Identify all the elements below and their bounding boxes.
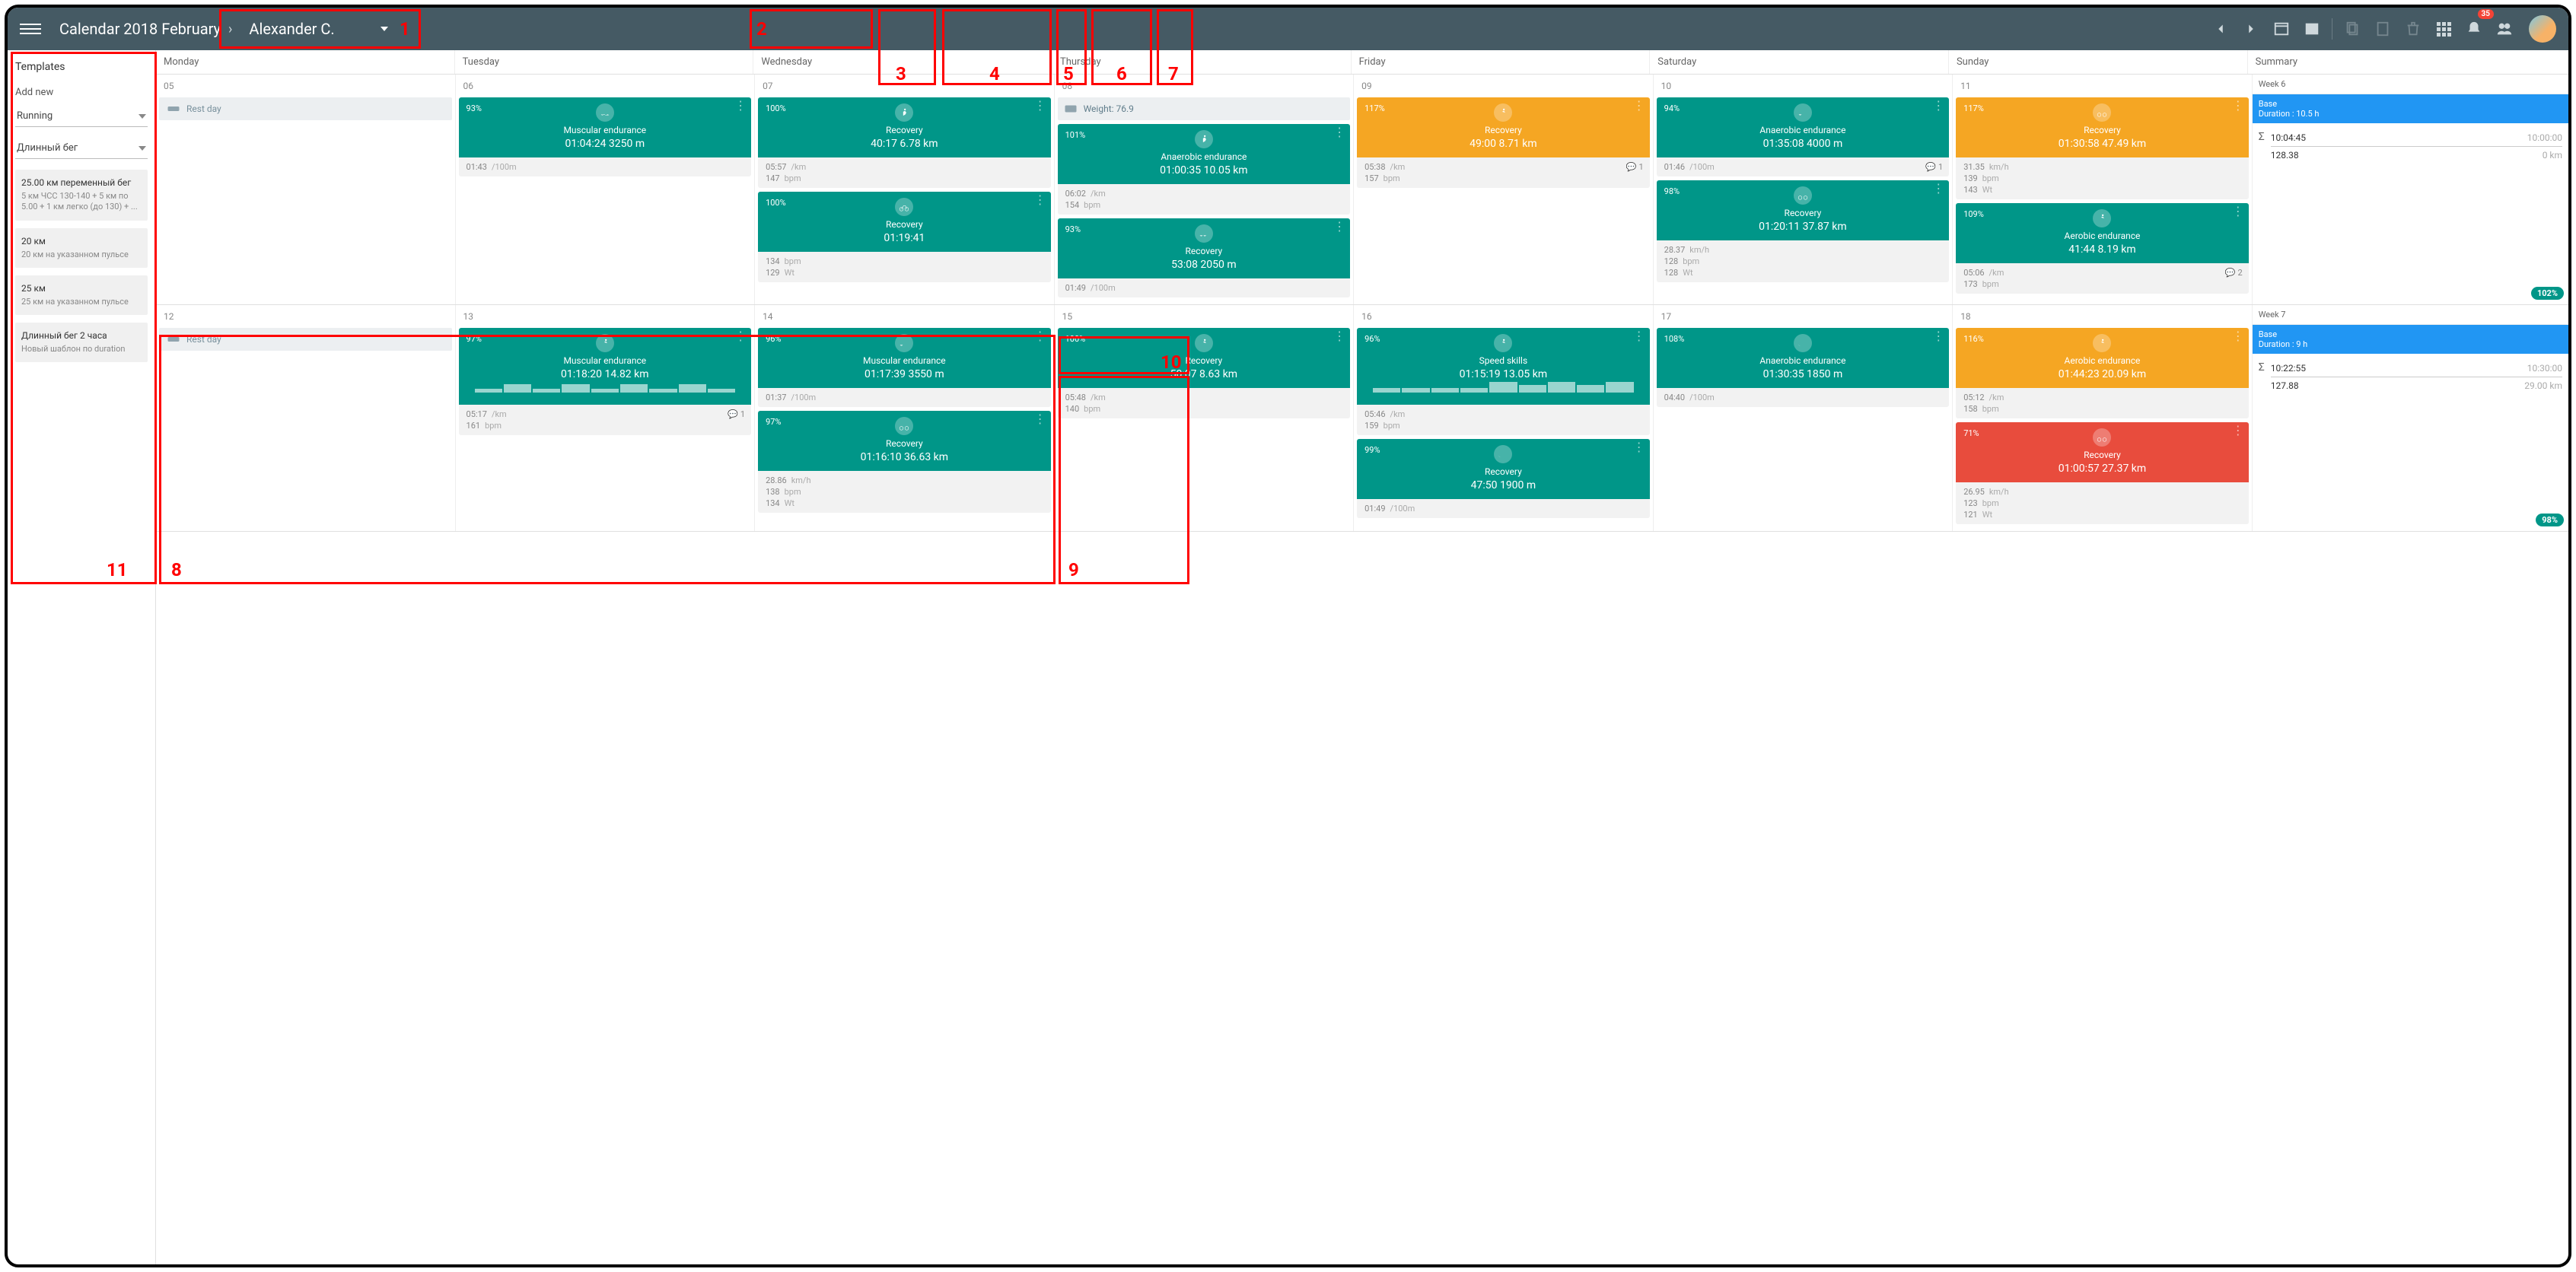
sidebar-title: Templates bbox=[15, 61, 148, 73]
run-icon bbox=[596, 334, 614, 352]
activity-card[interactable]: 97%Muscular endurance01:18:20 14.82 km05… bbox=[459, 328, 752, 435]
sport-select[interactable]: Running bbox=[15, 106, 148, 127]
paste-button[interactable] bbox=[2367, 14, 2398, 44]
template-item[interactable]: 25 км25 км на указанном пульсе bbox=[15, 275, 148, 315]
activity-card[interactable]: 100%Recovery40:17 6.78 km05:57/km147bpm bbox=[758, 97, 1051, 188]
bike-icon bbox=[895, 198, 913, 216]
bike-icon bbox=[895, 417, 913, 435]
activity-card[interactable]: 96%Speed skills01:15:19 13.05 km05:46/km… bbox=[1357, 328, 1650, 435]
today-button[interactable] bbox=[2266, 14, 2297, 44]
avatar[interactable] bbox=[2529, 15, 2556, 43]
activity-card[interactable]: 71%Recovery01:00:57 27.37 km26.95km/h123… bbox=[1956, 422, 2249, 524]
rest-day[interactable]: Rest day bbox=[159, 97, 452, 120]
activity-card[interactable]: 98%Recovery01:20:11 37.87 km28.37km/h128… bbox=[1657, 180, 1950, 282]
bike-icon bbox=[2093, 428, 2111, 447]
week-row: 12 Rest day 13 97%Muscular endurance01:1… bbox=[156, 305, 2568, 532]
activity-card[interactable]: 100%Recovery50:07 8.63 km05:48/km140bpm bbox=[1058, 328, 1351, 418]
activity-card[interactable]: 99%Recovery47:50 1900 m01:49/100m bbox=[1357, 439, 1650, 518]
week-row: 05 Rest day 06 93%Muscular endurance01:0… bbox=[156, 75, 2568, 305]
activity-card[interactable]: 93%Recovery53:08 2050 m01:49/100m bbox=[1058, 218, 1351, 297]
template-item[interactable]: 25.00 км переменный бег5 км ЧСС 130-140 … bbox=[15, 170, 148, 221]
activity-card[interactable]: 97%Recovery01:16:10 36.63 km28.86km/h138… bbox=[758, 411, 1051, 513]
activity-card[interactable]: 108%Anaerobic endurance01:30:35 1850 m04… bbox=[1657, 328, 1950, 407]
menu-icon[interactable] bbox=[20, 18, 41, 40]
copy-button[interactable] bbox=[2337, 14, 2367, 44]
users-icon[interactable] bbox=[2489, 14, 2520, 44]
chevron-right-icon: › bbox=[228, 21, 232, 37]
more-icon[interactable] bbox=[734, 102, 747, 110]
athlete-selector[interactable]: Alexander C. bbox=[240, 17, 396, 41]
bike-icon bbox=[2093, 103, 2111, 122]
add-new-label: Add new bbox=[15, 87, 148, 98]
calendar-icon[interactable] bbox=[2297, 14, 2327, 44]
apps-icon[interactable] bbox=[2428, 14, 2459, 44]
run-icon bbox=[1195, 334, 1213, 352]
activity-card[interactable]: 94%Anaerobic endurance01:35:08 4000 m01:… bbox=[1657, 97, 1950, 176]
notifications-button[interactable]: 35 bbox=[2459, 14, 2489, 44]
swim-icon bbox=[895, 334, 913, 352]
completion-pill: 102% bbox=[2531, 287, 2564, 300]
swim-icon bbox=[1794, 334, 1812, 352]
activity-card[interactable]: 117%Recovery01:30:58 47.49 km31.35km/h13… bbox=[1956, 97, 2249, 199]
bike-icon bbox=[1794, 186, 1812, 205]
completion-pill: 98% bbox=[2536, 514, 2564, 526]
weekday-header: Monday Tuesday Wednesday Thursday Friday… bbox=[156, 50, 2568, 75]
delete-button[interactable] bbox=[2398, 14, 2428, 44]
run-icon bbox=[1494, 103, 1512, 122]
topbar: Calendar 2018 February › Alexander C. 35 bbox=[8, 8, 2568, 50]
activity-card[interactable]: 93%Muscular endurance01:04:24 3250 m01:4… bbox=[459, 97, 752, 176]
swim-icon bbox=[1794, 103, 1812, 122]
activity-card[interactable]: 109%Aerobic endurance41:44 8.19 km05:06/… bbox=[1956, 203, 2249, 294]
template-item[interactable]: Длинный бег 2 часаНовый шаблон по durati… bbox=[15, 323, 148, 362]
activity-card[interactable]: 100%Recovery01:19:41134bpm129Wt bbox=[758, 192, 1051, 282]
swim-icon bbox=[1494, 445, 1512, 463]
swim-icon bbox=[596, 103, 614, 122]
chevron-down-icon bbox=[381, 27, 388, 31]
activity-card[interactable]: 96%Muscular endurance01:17:39 3550 m01:3… bbox=[758, 328, 1051, 407]
template-item[interactable]: 20 км20 км на указанном пульсе bbox=[15, 228, 148, 268]
comment-icon[interactable]: 💬 1 bbox=[1626, 162, 1644, 172]
run-icon bbox=[2093, 209, 2111, 227]
templates-sidebar: Templates Add new Running Длинный бег 25… bbox=[8, 50, 156, 1264]
page-title: Calendar 2018 February bbox=[59, 20, 221, 38]
nav-prev-button[interactable] bbox=[2205, 14, 2236, 44]
activity-card[interactable]: 101%Anaerobic endurance01:00:35 10.05 km… bbox=[1058, 124, 1351, 215]
template-type-select[interactable]: Длинный бег bbox=[15, 138, 148, 159]
rest-day[interactable]: Rest day bbox=[159, 328, 452, 351]
activity-card[interactable]: 117%Recovery49:00 8.71 km05:38/km157bpm💬… bbox=[1357, 97, 1650, 188]
nav-next-button[interactable] bbox=[2236, 14, 2266, 44]
swim-icon bbox=[1195, 224, 1213, 243]
activity-card[interactable]: 116%Aerobic endurance01:44:23 20.09 km05… bbox=[1956, 328, 2249, 418]
run-icon bbox=[1494, 334, 1512, 352]
week-summary: Week 7 BaseDuration : 9 h Σ10:22:5510:30… bbox=[2253, 305, 2568, 531]
run-icon bbox=[895, 103, 913, 122]
run-icon bbox=[1195, 130, 1213, 148]
run-icon bbox=[2093, 334, 2111, 352]
week-summary: Week 6 BaseDuration : 10.5 h Σ10:04:4510… bbox=[2253, 75, 2568, 304]
weight-entry[interactable]: Weight: 76.9 bbox=[1058, 97, 1351, 120]
